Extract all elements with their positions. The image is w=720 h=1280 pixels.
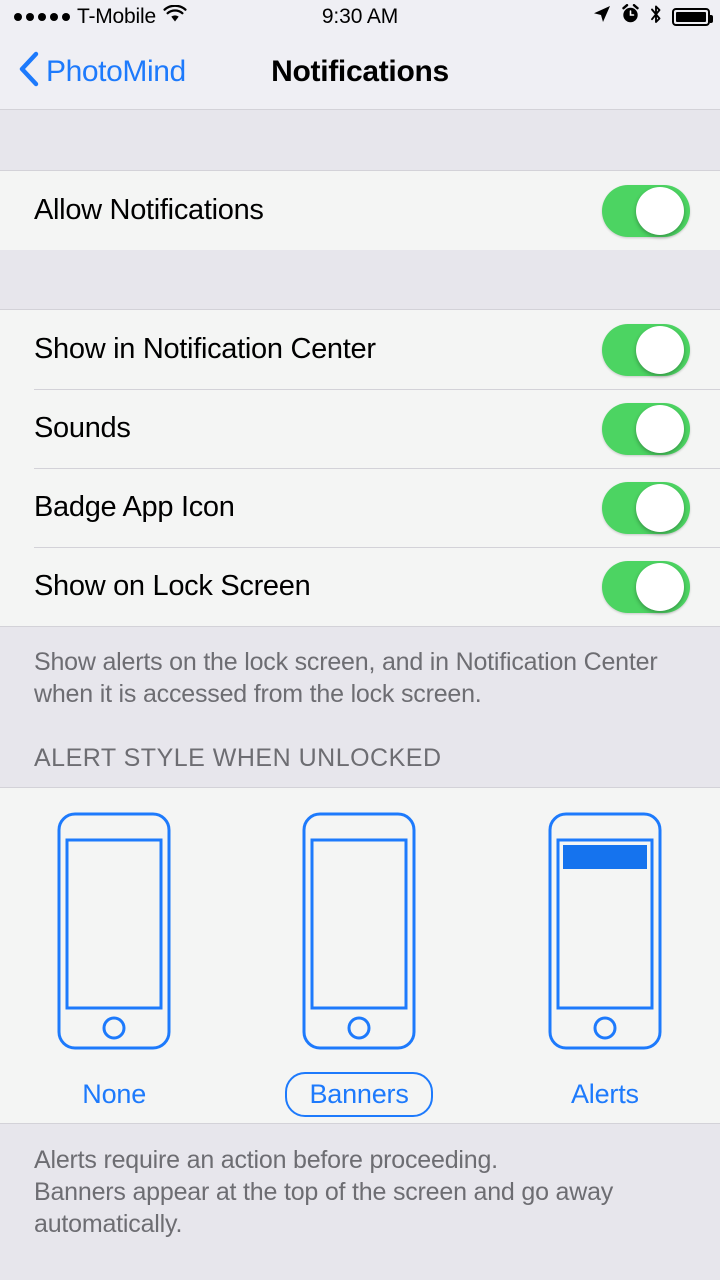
- battery-icon: [672, 8, 713, 26]
- alert-style-label: None: [82, 1079, 147, 1109]
- alert-style-option-none[interactable]: None: [57, 812, 171, 1117]
- bluetooth-icon: [649, 4, 663, 31]
- toggle-knob: [636, 325, 684, 374]
- chevron-left-icon: [18, 51, 40, 92]
- lock-screen-footer-text: Show alerts on the lock screen, and in N…: [0, 626, 720, 744]
- row-allow-notifications[interactable]: Allow Notifications: [0, 171, 720, 250]
- row-label: Show in Notification Center: [34, 333, 376, 365]
- status-bar-right: [592, 0, 713, 34]
- row-label: Badge App Icon: [34, 491, 235, 523]
- alert-style-option-alerts[interactable]: Alerts: [547, 812, 663, 1117]
- navigation-bar: PhotoMind Notifications: [0, 34, 720, 109]
- back-button-label: PhotoMind: [46, 54, 186, 88]
- alert-style-label: Alerts: [570, 1079, 639, 1109]
- alert-style-option-banners[interactable]: Banners: [285, 812, 433, 1117]
- alert-style-section-header: ALERT STYLE WHEN UNLOCKED: [0, 744, 720, 787]
- toggle-knob: [636, 404, 684, 453]
- toggle-badge-app-icon[interactable]: [602, 481, 690, 534]
- notification-options-group: Show in Notification Center Sounds Badge…: [0, 310, 720, 626]
- alert-style-label: Banners: [285, 1072, 433, 1117]
- toggle-knob: [636, 483, 684, 532]
- alarm-clock-icon: [621, 4, 640, 30]
- section-spacer-middle: [0, 250, 720, 310]
- location-arrow-icon: [592, 4, 612, 30]
- back-button[interactable]: PhotoMind: [0, 51, 186, 92]
- toggle-sounds[interactable]: [602, 402, 690, 455]
- section-spacer-top: [0, 109, 720, 171]
- toggle-knob: [636, 186, 684, 235]
- toggle-allow-notifications[interactable]: [602, 184, 690, 237]
- toggle-knob: [636, 562, 684, 611]
- phone-illustration-none: [57, 812, 171, 1050]
- status-bar: T-Mobile 9:30 AM: [0, 0, 720, 34]
- alert-style-footer-text: Alerts require an action before proceedi…: [0, 1123, 720, 1280]
- row-label: Show on Lock Screen: [34, 570, 311, 602]
- phone-illustration-banners: [302, 812, 416, 1050]
- toggle-show-on-lock-screen[interactable]: [602, 560, 690, 613]
- row-label: Sounds: [34, 412, 131, 444]
- alert-style-picker: None Banners Alerts: [0, 787, 720, 1123]
- phone-illustration-alerts: [548, 812, 662, 1050]
- row-show-on-lock-screen[interactable]: Show on Lock Screen: [0, 547, 720, 626]
- toggle-show-in-notification-center[interactable]: [602, 323, 690, 376]
- row-sounds[interactable]: Sounds: [0, 389, 720, 468]
- row-label: Allow Notifications: [34, 194, 264, 226]
- row-badge-app-icon[interactable]: Badge App Icon: [0, 468, 720, 547]
- row-show-in-notification-center[interactable]: Show in Notification Center: [0, 310, 720, 389]
- allow-notifications-group: Allow Notifications: [0, 171, 720, 250]
